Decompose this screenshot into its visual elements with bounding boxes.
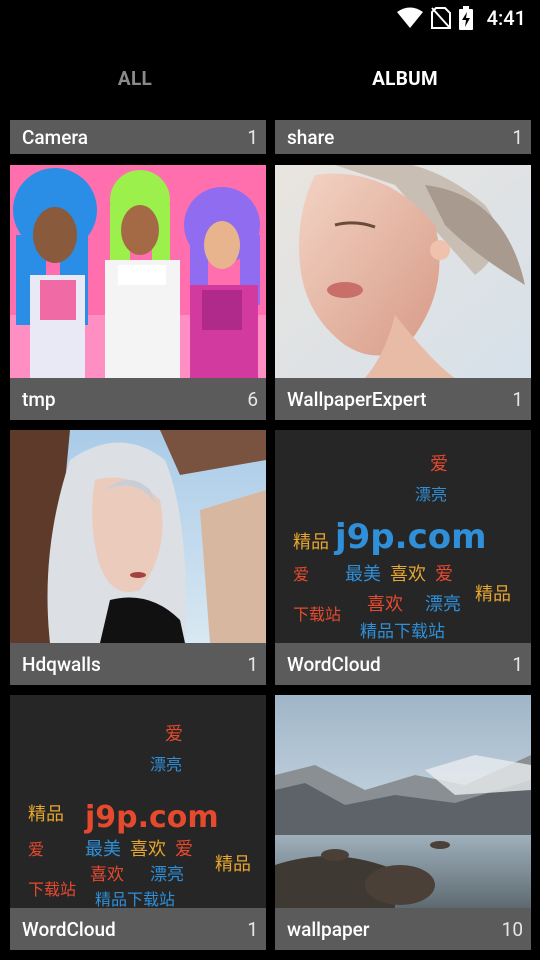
- album-grid: Camera 1 share 1 tmp 6 WallpaperExpert 1…: [0, 120, 540, 960]
- wc-word: 喜欢: [130, 839, 166, 860]
- album-camera[interactable]: Camera 1: [10, 120, 266, 154]
- album-thumbnail: [275, 695, 531, 908]
- tab-bar: ALL ALBUM: [0, 36, 540, 120]
- wc-word: 爱: [165, 724, 183, 745]
- wc-word-big: j9p.com: [84, 800, 219, 835]
- wc-word: 精品: [293, 532, 329, 553]
- wc-word: 爱: [435, 564, 453, 585]
- wc-word: 漂亮: [425, 594, 461, 615]
- wc-word: 漂亮: [150, 755, 182, 774]
- album-count: 1: [247, 652, 258, 676]
- status-bar: 4:41: [0, 0, 540, 36]
- wc-word: 精品下载站: [95, 890, 175, 908]
- album-name: Camera: [22, 125, 88, 149]
- album-count: 10: [501, 917, 523, 941]
- album-count: 1: [512, 652, 523, 676]
- album-hdqwalls[interactable]: Hdqwalls 1: [10, 430, 266, 685]
- album-count: 1: [247, 125, 258, 149]
- tab-all[interactable]: ALL: [0, 36, 270, 120]
- album-wordcloud-2[interactable]: 爱 漂亮 j9p.com 精品 最美 喜欢 爱 喜欢 漂亮 精品下载站 精品 爱…: [10, 695, 266, 950]
- album-count: 1: [247, 917, 258, 941]
- wc-word: 精品: [475, 584, 511, 605]
- album-label-bar: WordCloud 1: [10, 908, 266, 950]
- album-name: Hdqwalls: [22, 652, 101, 676]
- wc-word: 爱: [175, 839, 193, 860]
- album-thumbnail: [10, 430, 266, 643]
- wc-word: 最美: [345, 564, 381, 585]
- album-share[interactable]: share 1: [275, 120, 531, 154]
- album-label-bar: Hdqwalls 1: [10, 643, 266, 685]
- album-wallpaper[interactable]: wallpaper 10: [275, 695, 531, 950]
- album-name: WordCloud: [22, 917, 116, 941]
- wc-word: 喜欢: [390, 564, 426, 585]
- tab-album[interactable]: ALBUM: [270, 36, 540, 120]
- album-tmp[interactable]: tmp 6: [10, 165, 266, 420]
- album-thumbnail: [10, 165, 266, 378]
- wc-word: 爱: [430, 454, 448, 475]
- wc-word: 下载站: [28, 880, 76, 899]
- album-wallpaperexpert[interactable]: WallpaperExpert 1: [275, 165, 531, 420]
- wc-word-big: j9p.com: [333, 517, 487, 557]
- album-count: 1: [512, 125, 523, 149]
- album-label-bar: wallpaper 10: [275, 908, 531, 950]
- album-thumbnail: 爱 漂亮 j9p.com 精品 最美 喜欢 爱 喜欢 漂亮 精品下载站 精品 爱…: [275, 430, 531, 643]
- album-label-bar: WordCloud 1: [275, 643, 531, 685]
- wc-word: 爱: [293, 565, 309, 584]
- album-thumbnail: 爱 漂亮 j9p.com 精品 最美 喜欢 爱 喜欢 漂亮 精品下载站 精品 爱…: [10, 695, 266, 908]
- album-label-bar: tmp 6: [10, 378, 266, 420]
- battery-charging-icon: [458, 6, 473, 30]
- album-label-bar: Camera 1: [10, 120, 266, 154]
- wc-word: 最美: [85, 839, 121, 860]
- wifi-icon: [396, 7, 423, 29]
- album-count: 1: [512, 387, 523, 411]
- album-name: wallpaper: [287, 917, 370, 941]
- wc-word: 精品: [215, 854, 251, 875]
- wc-word: 下载站: [293, 605, 341, 624]
- no-sim-icon: [430, 6, 451, 30]
- wc-word: 喜欢: [367, 594, 403, 615]
- album-thumbnail: [275, 165, 531, 378]
- album-name: share: [287, 125, 335, 149]
- wc-word: 漂亮: [150, 865, 184, 885]
- album-name: tmp: [22, 387, 56, 411]
- wc-word: 精品: [28, 804, 64, 825]
- wc-word: 漂亮: [415, 485, 447, 504]
- album-label-bar: WallpaperExpert 1: [275, 378, 531, 420]
- album-name: WallpaperExpert: [287, 387, 427, 411]
- album-label-bar: share 1: [275, 120, 531, 154]
- album-name: WordCloud: [287, 652, 381, 676]
- wc-word: 精品下载站: [360, 622, 445, 642]
- wc-word: 爱: [28, 840, 44, 859]
- clock: 4:41: [486, 6, 526, 30]
- wc-word: 喜欢: [90, 865, 124, 885]
- album-wordcloud-1[interactable]: 爱 漂亮 j9p.com 精品 最美 喜欢 爱 喜欢 漂亮 精品下载站 精品 爱…: [275, 430, 531, 685]
- album-count: 6: [247, 387, 258, 411]
